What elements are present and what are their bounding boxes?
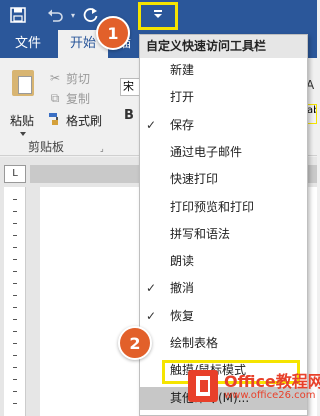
menu-item[interactable]: 打印预览和打印 [140, 196, 307, 219]
copy-icon: ⧉ [50, 90, 60, 105]
bold-button[interactable]: B [124, 108, 134, 123]
font-name-box[interactable]: 宋 [120, 78, 140, 96]
copy-label: 复制 [66, 91, 91, 106]
menu-item[interactable]: 新建 [140, 59, 307, 82]
customize-dropdown-icon [152, 10, 164, 22]
undo-icon[interactable] [44, 0, 66, 30]
customize-qat-menu: 自定义快速访问工具栏 新建打开 ✓ 保存通过电子邮件 快速打印打印预览和打印 拼写和语法… [139, 34, 308, 416]
paste-dropdown-icon[interactable] [20, 132, 26, 136]
menu-item[interactable]: ✓ 撤消 [140, 277, 307, 300]
tab-selector[interactable]: L [4, 165, 26, 183]
copy-button[interactable]: ⧉ 复制 [48, 88, 90, 108]
step-1-badge: 1 [96, 16, 130, 50]
watermark: Office教程网 www.office26.com [188, 366, 320, 408]
cut-label: 剪切 [66, 71, 91, 86]
paste-button[interactable]: 粘贴 [6, 68, 38, 136]
title-bar: ▾ [0, 0, 317, 30]
menu-item-label: 恢复 [170, 308, 195, 323]
step-2-badge: 2 [118, 326, 152, 360]
checkmark-icon: ✓ [146, 281, 157, 296]
menu-item-label: 撤消 [170, 281, 195, 296]
clipboard-group-label: 剪贴板 [28, 140, 65, 154]
paste-label: 粘贴 [10, 114, 35, 128]
clipboard-icon [12, 70, 34, 96]
menu-item-label: 快速打印 [170, 172, 219, 187]
menu-item[interactable]: ✓ 恢复 [140, 305, 307, 328]
menu-header: 自定义快速访问工具栏 [140, 35, 307, 58]
save-icon[interactable] [6, 0, 30, 30]
format-painter-button[interactable]: 格式刷 [48, 110, 102, 130]
menu-item-label: 打开 [170, 90, 195, 105]
scissors-icon: ✂ [49, 71, 61, 85]
menu-item-label: 打印预览和打印 [170, 199, 255, 214]
watermark-title: Office教程网 [224, 372, 320, 391]
watermark-url: www.office26.com [224, 390, 316, 401]
menu-item[interactable]: 绘制表格 [140, 332, 307, 355]
customize-qat-button[interactable] [138, 2, 178, 30]
menu-item[interactable]: 拼写和语法 [140, 223, 307, 246]
undo-dropdown-icon[interactable]: ▾ [68, 0, 78, 30]
checkmark-icon: ✓ [146, 308, 157, 323]
menu-item-label: 拼写和语法 [170, 226, 231, 241]
menu-item[interactable]: 打开 [140, 86, 307, 109]
cut-button[interactable]: ✂ 剪切 [48, 68, 90, 88]
menu-item-label: 绘制表格 [170, 336, 219, 350]
menu-item-label: 通过电子邮件 [170, 144, 243, 159]
tab-file[interactable]: 文件 [12, 30, 44, 58]
menu-item-label: 朗读 [170, 254, 195, 269]
menu-item[interactable]: 快速打印 [140, 168, 307, 191]
vertical-ruler[interactable] [4, 187, 26, 416]
menu-item-label: 新建 [170, 63, 195, 77]
menu-item[interactable]: 朗读 [140, 250, 307, 273]
format-painter-label: 格式刷 [66, 113, 103, 128]
menu-item[interactable]: 通过电子邮件 [140, 141, 307, 164]
menu-item-label: 保存 [170, 117, 195, 132]
menu-item[interactable]: ✓ 保存 [140, 114, 307, 137]
brush-icon [48, 112, 62, 129]
checkmark-icon: ✓ [146, 117, 157, 132]
office-logo-icon [188, 370, 218, 402]
dialog-launcher-icon[interactable]: ⌟ [100, 144, 104, 153]
